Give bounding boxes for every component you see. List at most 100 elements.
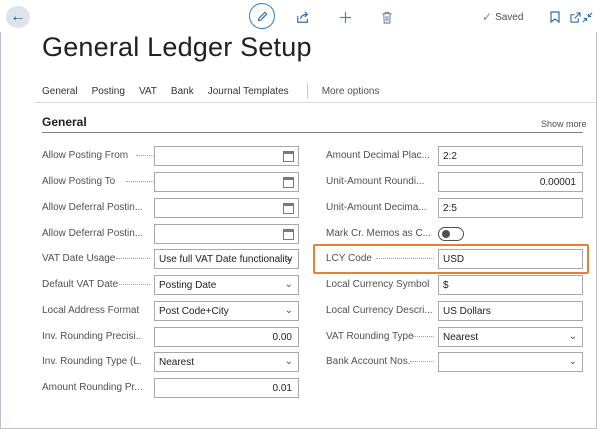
nav-vat[interactable]: VAT	[139, 86, 157, 97]
field-value: 2:5	[443, 203, 457, 214]
leader-dots	[412, 336, 434, 337]
field-label: Local Currency Descri...	[326, 305, 432, 316]
field-label: Unit-Amount Decima...	[326, 202, 427, 213]
nav-posting[interactable]: Posting	[92, 86, 125, 97]
more-options-button[interactable]: More options	[322, 86, 380, 97]
field-label: Local Currency Symbol	[326, 279, 430, 290]
field-label: VAT Rounding Type	[326, 331, 414, 342]
field-value: 0.00	[272, 332, 292, 343]
nav-divider-line	[35, 102, 595, 103]
chevron-down-icon: ⌄	[568, 331, 577, 342]
field-amount-rounding-precision: Amount Rounding Pr... 0.01	[42, 378, 299, 398]
field-value: 0.01	[272, 383, 292, 394]
leader-dots	[116, 258, 150, 259]
field-local-currency-symbol: Local Currency Symbol $	[326, 275, 583, 295]
vat-rounding-type-select[interactable]: Nearest ⌄	[438, 327, 583, 347]
nav-journal-templates[interactable]: Journal Templates	[208, 86, 289, 97]
collapse-icon	[582, 12, 592, 22]
section-divider	[42, 132, 583, 133]
inv-rounding-type-select[interactable]: Nearest ⌄	[154, 352, 299, 372]
field-value: Nearest	[159, 357, 195, 368]
section-title[interactable]: General	[42, 115, 87, 129]
field-label: Unit-Amount Roundi...	[326, 176, 425, 187]
field-vat-date-usage: VAT Date Usage Use full VAT Date functio…	[42, 249, 299, 269]
local-address-format-select[interactable]: Post Code+City ⌄	[154, 301, 299, 321]
field-value: $	[443, 280, 449, 291]
bookmark-icon	[550, 11, 560, 23]
field-inv-rounding-type: Inv. Rounding Type (L... Nearest ⌄	[42, 352, 299, 372]
calendar-icon[interactable]	[283, 229, 294, 240]
field-value: 2:2	[443, 151, 457, 162]
field-allow-posting-to: Allow Posting To	[42, 172, 299, 192]
leader-dots	[119, 284, 150, 285]
field-value: US Dollars	[443, 306, 491, 317]
field-label: Local Address Format	[42, 305, 140, 316]
field-label: Mark Cr. Memos as C...	[326, 228, 432, 239]
unit-amount-rounding-precision-input[interactable]: 0.00001	[438, 172, 583, 192]
chevron-down-icon: ⌄	[284, 356, 293, 367]
field-label: Inv. Rounding Precisi...	[42, 331, 142, 342]
saved-label: Saved	[495, 11, 524, 23]
chevron-down-icon: ⌄	[284, 305, 293, 316]
field-unit-amount-rounding-precision: Unit-Amount Roundi... 0.00001	[326, 172, 583, 192]
action-bar: ← ✓ Saved	[0, 0, 597, 32]
edit-button[interactable]	[249, 3, 275, 29]
chevron-down-icon: ⌄	[284, 253, 293, 264]
mark-cr-memos-toggle[interactable]	[438, 227, 464, 241]
share-button[interactable]	[290, 6, 316, 28]
unit-amount-decimal-places-input[interactable]: 2:5	[438, 198, 583, 218]
calendar-icon[interactable]	[283, 177, 294, 188]
field-local-address-format: Local Address Format Post Code+City ⌄	[42, 301, 299, 321]
inv-rounding-precision-input[interactable]: 0.00	[154, 327, 299, 347]
allow-deferral-posting-from-input[interactable]	[154, 198, 299, 218]
collapse-button[interactable]	[578, 6, 596, 28]
field-inv-rounding-precision: Inv. Rounding Precisi... 0.00	[42, 327, 299, 347]
field-mark-cr-memos-as-corrections: Mark Cr. Memos as C...	[326, 224, 583, 244]
leader-dots	[410, 361, 434, 362]
trash-icon	[382, 11, 392, 24]
default-vat-date-select[interactable]: Posting Date ⌄	[154, 275, 299, 295]
lcy-code-highlight	[313, 244, 589, 274]
field-label: Allow Posting To	[42, 176, 116, 187]
show-more-link[interactable]: Show more	[541, 119, 587, 129]
bank-account-nos-select[interactable]: ⌄	[438, 352, 583, 372]
chevron-down-icon: ⌄	[284, 279, 293, 290]
checkmark-icon: ✓	[482, 10, 493, 24]
field-label: Inv. Rounding Type (L...	[42, 356, 142, 367]
field-amount-decimal-places: Amount Decimal Plac... 2:2	[326, 146, 583, 166]
allow-posting-from-input[interactable]	[154, 146, 299, 166]
field-value: Posting Date	[159, 280, 217, 291]
nav-general[interactable]: General	[42, 86, 78, 97]
field-unit-amount-decimal-places: Unit-Amount Decima... 2:5	[326, 198, 583, 218]
field-label: Amount Rounding Pr...	[42, 382, 142, 393]
field-allow-deferral-posting-to: Allow Deferral Postin...	[42, 224, 299, 244]
local-currency-description-input[interactable]: US Dollars	[438, 301, 583, 321]
amount-rounding-precision-input[interactable]: 0.01	[154, 378, 299, 398]
field-label: Amount Decimal Plac...	[326, 150, 430, 161]
local-currency-symbol-input[interactable]: $	[438, 275, 583, 295]
allow-posting-to-input[interactable]	[154, 172, 299, 192]
field-bank-account-nos: Bank Account Nos. ⌄	[326, 352, 583, 372]
arrow-left-icon: ←	[10, 8, 26, 25]
nav-bank[interactable]: Bank	[171, 86, 194, 97]
back-button[interactable]: ←	[6, 6, 30, 28]
field-allow-posting-from: Allow Posting From	[42, 146, 299, 166]
page-title: General Ledger Setup	[42, 32, 312, 62]
field-label: Allow Posting From	[42, 150, 129, 161]
field-value: Use full VAT Date functionality	[159, 254, 293, 265]
field-label: Bank Account Nos.	[326, 356, 411, 367]
field-value: 0.00001	[539, 177, 576, 188]
delete-button[interactable]	[374, 6, 400, 28]
new-button[interactable]	[332, 6, 358, 28]
field-value: Nearest	[443, 332, 479, 343]
toggle-knob	[442, 230, 450, 238]
field-value: Post Code+City	[159, 306, 229, 317]
calendar-icon[interactable]	[283, 151, 294, 162]
field-local-currency-description: Local Currency Descri... US Dollars	[326, 301, 583, 321]
pencil-icon	[257, 10, 268, 21]
calendar-icon[interactable]	[283, 203, 294, 214]
amount-decimal-places-input[interactable]: 2:2	[438, 146, 583, 166]
allow-deferral-posting-to-input[interactable]	[154, 224, 299, 244]
field-label: Allow Deferral Postin...	[42, 202, 142, 213]
vat-date-usage-select[interactable]: Use full VAT Date functionality ⌄	[154, 249, 299, 269]
